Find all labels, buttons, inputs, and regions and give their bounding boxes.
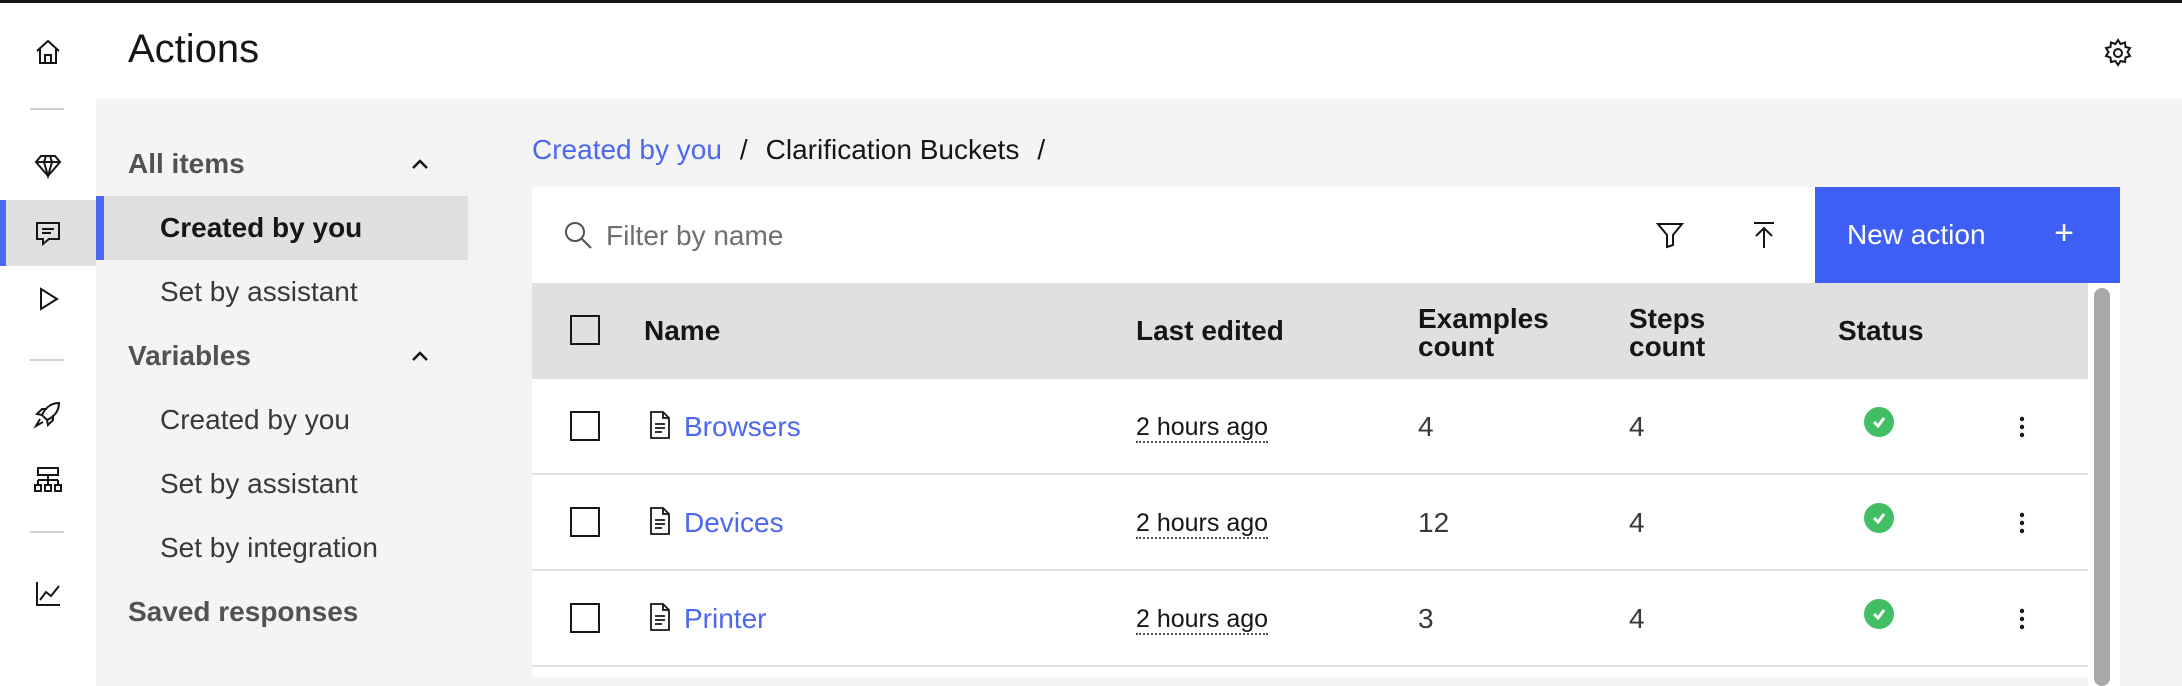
chat-icon[interactable] [26,211,70,255]
table-row: Devices 2 hours ago 12 4 [532,475,2088,571]
nav-item-variables-set-by-assistant[interactable]: Set by assistant [96,452,468,516]
column-header-steps-count[interactable]: Steps count [1629,305,1729,361]
scrollbar-thumb[interactable] [2094,288,2110,686]
nav-item-variables-set-by-integration[interactable]: Set by integration [96,516,468,580]
nav-item-label: Created by you [160,404,350,435]
rail-divider [30,359,64,361]
search-input[interactable] [604,211,1608,261]
actions-table: Name Last edited Examples count Steps co… [532,283,2088,677]
rail-active-indicator [0,200,6,266]
breadcrumb-separator: / [1037,134,1046,165]
rocket-icon[interactable] [26,392,70,436]
table-row: Browsers 2 hours ago 4 4 [532,379,2088,475]
hierarchy-icon[interactable] [26,458,70,502]
nav-group-label: Variables [128,340,251,371]
new-action-button[interactable]: New action + [1815,187,2120,283]
rail-divider [30,108,64,110]
analytics-icon[interactable] [26,572,70,616]
side-rail [0,3,96,686]
table-header: Name Last edited Examples count Steps co… [532,283,2088,379]
page-header: Actions [96,3,2182,99]
search-icon [560,217,596,253]
table-row [532,667,2088,677]
row-checkbox[interactable] [570,603,600,633]
select-all-checkbox[interactable] [570,315,600,345]
steps-count: 4 [1629,603,1645,634]
column-header-examples-count[interactable]: Examples count [1418,305,1578,361]
nav-group-label: Saved responses [128,596,359,627]
row-checkbox[interactable] [570,411,600,441]
last-edited: 2 hours ago [1136,509,1269,539]
action-name-link[interactable]: Printer [684,603,766,635]
nav-item-label: Created by you [160,212,363,243]
nav-item-all-set-by-assistant[interactable]: Set by assistant [96,260,468,324]
table-toolbar [532,187,1816,283]
nav-item-variables-created-by-you[interactable]: Created by you [96,388,468,452]
examples-count: 4 [1418,411,1434,442]
nav-item-label: Set by assistant [160,276,358,307]
overflow-menu-icon[interactable] [2004,601,2040,637]
table-row: Printer 2 hours ago 3 4 [532,571,2088,667]
checkmark-icon [1864,599,1894,629]
upload-icon[interactable] [1740,211,1788,259]
action-name-link[interactable]: Browsers [684,411,801,443]
breadcrumb: Created by you / Clarification Buckets / [532,134,1063,166]
breadcrumb-current: Clarification Buckets [765,134,1020,165]
chevron-up-icon[interactable] [406,342,434,370]
secondary-nav: All items Created by you Set by assistan… [96,99,468,686]
nav-group-saved-responses[interactable]: Saved responses [96,580,468,644]
play-icon[interactable] [26,277,70,321]
document-icon [646,409,674,441]
plus-icon: + [2054,214,2074,252]
diamond-icon[interactable] [26,143,70,187]
nav-item-label: Set by integration [160,532,378,563]
checkmark-icon [1864,503,1894,533]
document-icon [646,505,674,537]
last-edited: 2 hours ago [1136,413,1269,443]
overflow-menu-icon[interactable] [2004,505,2040,541]
home-icon[interactable] [26,30,70,74]
rail-divider [30,531,64,533]
column-header-status[interactable]: Status [1838,317,1924,345]
breadcrumb-link[interactable]: Created by you [532,134,722,166]
column-header-last-edited[interactable]: Last edited [1136,317,1284,345]
checkmark-icon [1864,407,1894,437]
nav-group-label: All items [128,148,245,179]
examples-count: 3 [1418,603,1434,634]
filter-icon[interactable] [1646,211,1694,259]
examples-count: 12 [1418,507,1450,538]
breadcrumb-separator: / [739,134,748,165]
column-header-name[interactable]: Name [644,317,720,345]
last-edited: 2 hours ago [1136,605,1269,635]
page-title: Actions [128,27,260,71]
nav-group-all-items[interactable]: All items [96,132,468,196]
overflow-menu-icon[interactable] [2004,409,2040,445]
new-action-label: New action [1847,219,1986,250]
gear-icon[interactable] [2096,31,2140,75]
row-checkbox[interactable] [570,507,600,537]
nav-item-all-created-by-you[interactable]: Created by you [96,196,468,260]
action-name-link[interactable]: Devices [684,507,784,539]
steps-count: 4 [1629,507,1645,538]
nav-group-variables[interactable]: Variables [96,324,468,388]
chevron-up-icon[interactable] [406,150,434,178]
nav-item-label: Set by assistant [160,468,358,499]
steps-count: 4 [1629,411,1645,442]
document-icon [646,601,674,633]
